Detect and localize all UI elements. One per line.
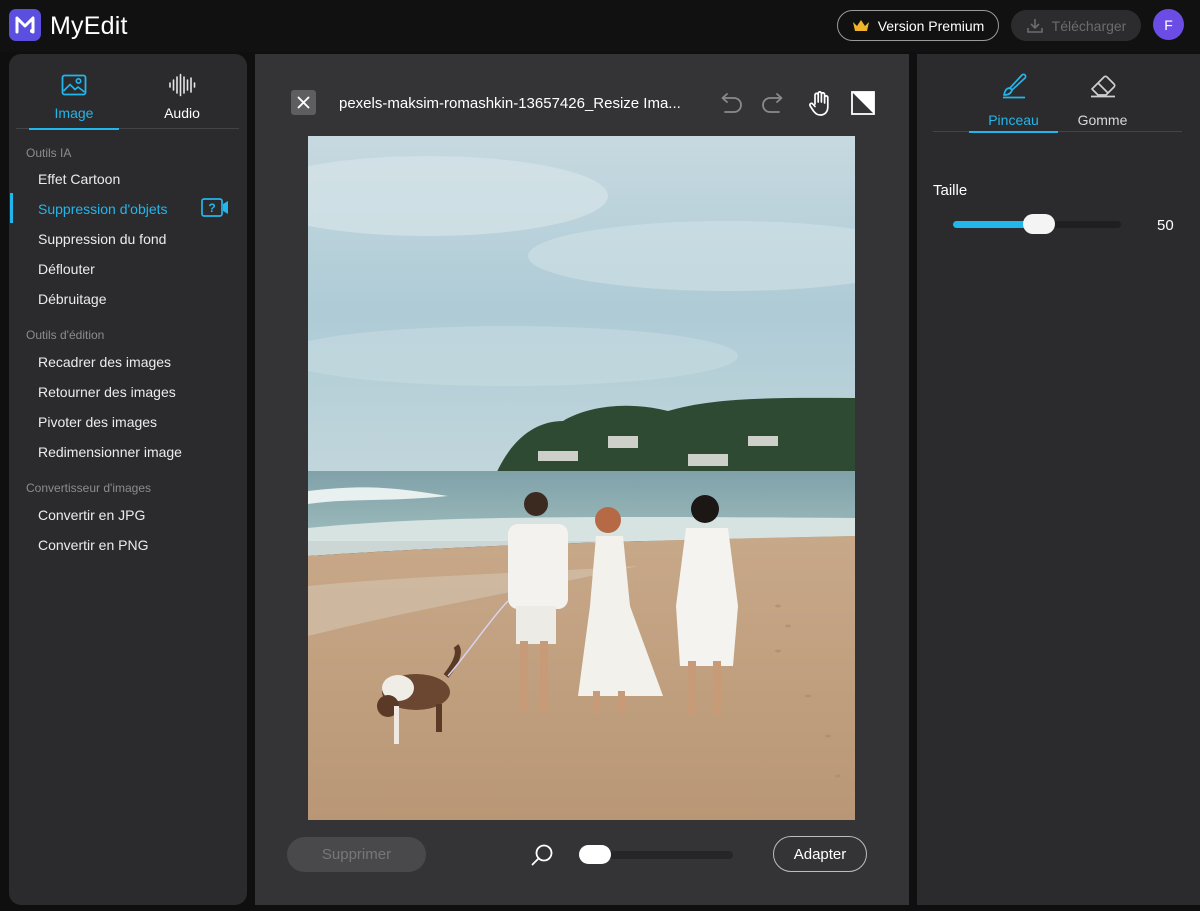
brush-size-value: 50 [1157, 217, 1174, 234]
myedit-logo-icon[interactable] [9, 9, 41, 41]
download-icon [1026, 18, 1043, 33]
tab-eraser[interactable]: Gomme [1058, 66, 1147, 132]
sidebar-item-crop[interactable]: Recadrer des images [38, 354, 171, 370]
sidebar-tabs: Image Audio [16, 66, 239, 130]
active-item-indicator [10, 193, 13, 223]
right-panel: Pinceau Gomme Taille 50 [917, 54, 1200, 905]
audio-wave-icon [169, 73, 196, 97]
editor-canvas-area: pexels-maksim-romashkin-13657426_Resize … [255, 54, 909, 905]
sidebar-item-denoise[interactable]: Débruitage [38, 291, 107, 307]
beach-photo[interactable] [308, 136, 855, 820]
sidebar-item-cartoon[interactable]: Effet Cartoon [38, 171, 120, 187]
sidebar-item-deblur[interactable]: Déflouter [38, 261, 95, 277]
delete-button[interactable]: Supprimer [287, 837, 426, 872]
undo-icon[interactable] [716, 90, 744, 116]
sidebar-item-convert-jpg[interactable]: Convertir en JPG [38, 507, 145, 523]
brush-icon [1002, 73, 1026, 99]
tab-audio-label: Audio [164, 105, 200, 121]
close-button[interactable] [291, 90, 316, 115]
tab-eraser-label: Gomme [1077, 112, 1128, 128]
left-sidebar: Image Audio Outils IA Effet Cartoon Supp… [9, 54, 247, 905]
section-title-converter: Convertisseur d'images [26, 481, 152, 495]
file-name: pexels-maksim-romashkin-13657426_Resize … [339, 95, 681, 112]
brush-size-slider-handle[interactable] [1023, 214, 1055, 234]
sidebar-item-background-removal[interactable]: Suppression du fond [38, 231, 166, 247]
redo-icon[interactable] [760, 90, 788, 116]
zoom-slider-handle[interactable] [579, 845, 611, 864]
beach-scene-image [308, 136, 855, 820]
tab-image-label: Image [54, 105, 94, 121]
sidebar-item-convert-png[interactable]: Convertir en PNG [38, 537, 148, 553]
app-title: MyEdit [50, 12, 128, 40]
section-title-ai-tools: Outils IA [26, 146, 72, 160]
hand-pan-icon[interactable] [807, 90, 833, 118]
sidebar-item-flip[interactable]: Retourner des images [38, 384, 176, 400]
brush-size-label: Taille [933, 182, 968, 199]
top-bar: MyEdit Version Premium Télécharger F [0, 0, 1200, 52]
compare-icon[interactable] [850, 90, 876, 116]
eraser-icon [1090, 75, 1116, 98]
video-tutorial-icon[interactable]: ? [201, 197, 229, 219]
download-button[interactable]: Télécharger [1011, 10, 1141, 41]
brush-tool-tabs: Pinceau Gomme [933, 66, 1182, 133]
tab-image[interactable]: Image [29, 66, 119, 130]
premium-label: Version Premium [877, 17, 985, 34]
sidebar-item-resize[interactable]: Redimensionner image [38, 444, 182, 460]
sidebar-item-object-removal[interactable]: Suppression d'objets [38, 201, 168, 217]
svg-text:?: ? [208, 201, 215, 215]
tab-brush-label: Pinceau [988, 112, 1039, 128]
tab-brush[interactable]: Pinceau [969, 66, 1058, 133]
fit-button[interactable]: Adapter [773, 836, 867, 872]
close-icon [297, 96, 310, 109]
crown-icon [852, 19, 869, 31]
zoom-search-icon [531, 844, 553, 866]
download-label: Télécharger [1051, 17, 1127, 34]
sidebar-item-rotate[interactable]: Pivoter des images [38, 414, 157, 430]
image-icon [61, 74, 87, 96]
avatar[interactable]: F [1153, 9, 1184, 40]
premium-button[interactable]: Version Premium [837, 10, 999, 41]
tab-audio[interactable]: Audio [137, 66, 227, 129]
section-title-edit-tools: Outils d'édition [26, 328, 105, 342]
